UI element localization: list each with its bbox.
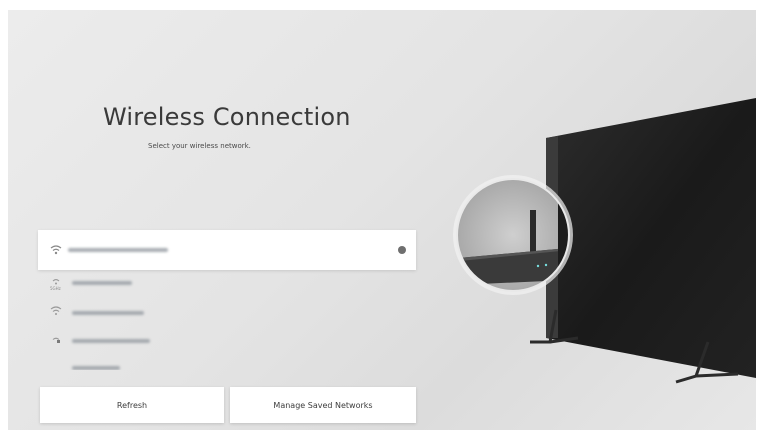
wifi-icon [52, 278, 60, 285]
tv-illustration [453, 98, 756, 384]
wifi-icon [50, 245, 62, 255]
page-subtitle: Select your wireless network. [148, 142, 251, 150]
network-item[interactable]: 5GHz [42, 274, 414, 294]
network-name-blurred [68, 248, 168, 252]
wifi-locked-icon [52, 337, 60, 343]
network-item[interactable] [42, 302, 414, 322]
manage-saved-networks-button[interactable]: Manage Saved Networks [230, 387, 416, 423]
network-item-selected[interactable] [38, 230, 416, 270]
setup-screen: Wireless Connection Select your wireless… [8, 10, 756, 430]
wifi-icon [50, 306, 62, 315]
network-name-blurred [72, 339, 150, 343]
lock-icon [398, 246, 406, 254]
band-label: 5GHz [50, 286, 61, 291]
network-name-blurred [72, 366, 120, 370]
network-item[interactable] [42, 330, 414, 350]
network-name-blurred [72, 281, 132, 285]
network-name-blurred [72, 311, 144, 315]
refresh-button[interactable]: Refresh [40, 387, 224, 423]
tv-screen [546, 98, 756, 378]
network-item[interactable] [42, 360, 414, 370]
page-title: Wireless Connection [103, 103, 351, 131]
